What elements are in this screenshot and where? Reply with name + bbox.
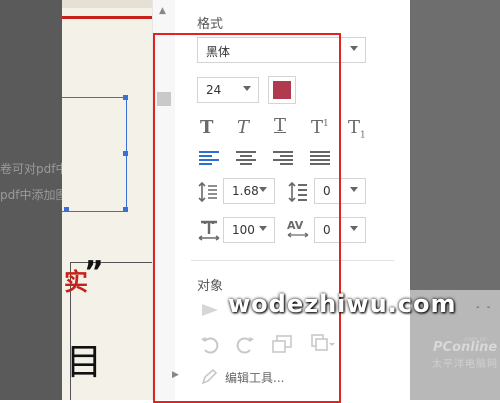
brand-chinese-text: 太平洋电脑网 [432,359,498,370]
chevron-down-icon [350,46,358,51]
text-selection-box[interactable] [62,97,127,212]
background-text-1: 卷可对pdf中 [0,162,62,176]
selection-handle-middle-right[interactable] [123,151,128,156]
brand-logo-text: PConline [433,340,498,355]
format-section-title: 格式 [197,17,224,32]
chevron-down-icon [350,226,358,231]
watermark-text: wodezhiwu.com [228,290,457,318]
highlight-annotation-box [153,33,341,403]
document-quote-mark: ” [84,255,104,290]
background-editor-left: 卷可对pdf中 pdf中添加图 [0,0,62,400]
selection-handle-bottom-left[interactable] [64,207,69,212]
subscript-icon[interactable]: T1 [348,117,366,141]
scroll-up-icon[interactable]: ▲ [159,6,166,16]
selection-handle-bottom-right[interactable] [123,207,128,212]
background-dashes: - - [476,302,493,313]
selection-handle-top-right[interactable] [123,95,128,100]
document-large-character: 目 [66,342,103,383]
chevron-down-icon [350,187,358,192]
background-text-2: pdf中添加图 [0,188,62,202]
